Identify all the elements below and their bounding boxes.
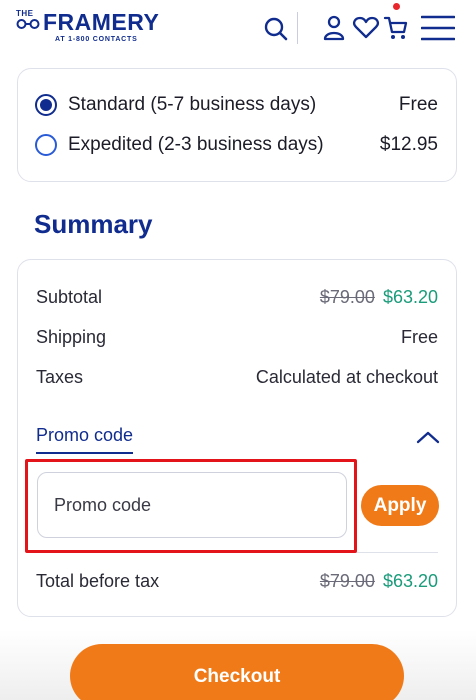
shipping-label: Shipping: [36, 326, 107, 347]
promo-input-highlight: [25, 459, 357, 553]
subtotal-sale-price: $63.20: [382, 286, 438, 307]
radio-unselected-icon[interactable]: [35, 134, 57, 156]
total-sale-price: $63.20: [382, 570, 438, 591]
total-label: Total before tax: [36, 570, 160, 591]
glasses-icon: [16, 19, 40, 29]
apply-promo-button[interactable]: Apply: [361, 485, 439, 526]
radio-selected-icon[interactable]: [35, 94, 57, 116]
shipping-option-label: Expedited (2-3 business days): [68, 134, 324, 155]
total-prices: $79.00 $63.20: [320, 571, 438, 592]
shipping-option-expedited[interactable]: Expedited (2-3 business days) $12.95: [35, 131, 438, 159]
search-icon[interactable]: [263, 16, 289, 42]
taxes-row: Taxes Calculated at checkout: [36, 364, 438, 390]
checkout-button[interactable]: Checkout: [70, 644, 404, 700]
logo-wordmark: FRAMERY: [43, 9, 160, 35]
header-divider: [297, 12, 298, 44]
shipping-options-card: Standard (5-7 business days) Free Expedi…: [17, 68, 457, 182]
taxes-label: Taxes: [36, 366, 84, 387]
chevron-up-icon[interactable]: [416, 430, 440, 444]
total-row: Total before tax $79.00 $63.20: [36, 568, 438, 594]
shipping-row: Shipping Free: [36, 324, 438, 350]
site-header: THE FRAMERY AT 1-800 CONTACTS: [0, 0, 476, 58]
shipping-option-price: Free: [398, 94, 438, 115]
shipping-option-standard[interactable]: Standard (5-7 business days) Free: [35, 91, 438, 119]
total-original-price: $79.00: [319, 570, 375, 591]
heart-icon[interactable]: [352, 16, 380, 40]
summary-heading: Summary: [34, 209, 153, 239]
shipping-option-price: $12.95: [379, 134, 438, 155]
logo-the: THE: [16, 9, 34, 18]
taxes-value: Calculated at checkout: [255, 366, 438, 387]
menu-icon[interactable]: [421, 15, 455, 41]
subtotal-row: Subtotal $79.00 $63.20: [36, 284, 438, 310]
framery-logo[interactable]: THE FRAMERY AT 1-800 CONTACTS: [16, 9, 159, 45]
shipping-value: Free: [400, 326, 438, 347]
order-summary-card: Subtotal $79.00 $63.20 Shipping Free Tax…: [17, 259, 457, 617]
subtotal-label: Subtotal: [36, 286, 103, 307]
shipping-option-label: Standard (5-7 business days): [68, 94, 317, 115]
promo-code-toggle[interactable]: Promo code: [36, 425, 134, 454]
subtotal-original-price: $79.00: [319, 286, 375, 307]
subtotal-prices: $79.00 $63.20: [320, 287, 438, 308]
account-icon[interactable]: [322, 14, 346, 42]
cart-icon[interactable]: [383, 14, 409, 42]
cart-badge-dot: [393, 3, 400, 10]
logo-subline: AT 1-800 CONTACTS: [55, 36, 138, 43]
